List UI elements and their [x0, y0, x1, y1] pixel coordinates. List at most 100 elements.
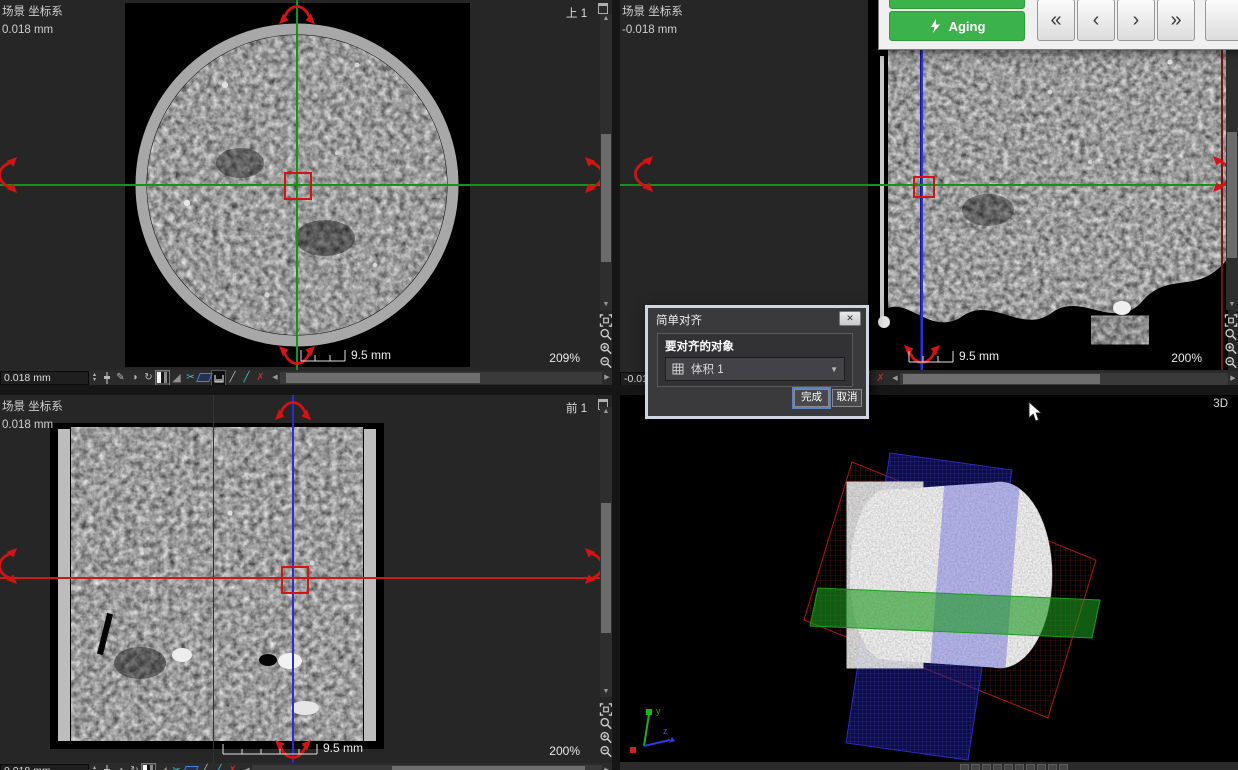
scroll-up-icon[interactable]: ▲ [600, 14, 612, 24]
scroll-down-icon[interactable]: ▼ [1226, 300, 1238, 310]
brush-icon[interactable]: ╱ [240, 371, 253, 385]
render-canvas-3d[interactable]: 3D y z [620, 395, 1238, 762]
scrollbar-thumb[interactable] [392, 766, 585, 770]
slice-position-input[interactable]: 0.018 mm [0, 764, 89, 770]
vertical-scrollbar[interactable]: ▲ ▼ [600, 407, 612, 697]
scroll-down-icon[interactable]: ▼ [600, 687, 612, 697]
tool-icon[interactable] [960, 764, 969, 770]
contrast-icon[interactable]: ◑ [128, 371, 141, 385]
scroll-left-icon[interactable]: ◀ [242, 764, 252, 770]
pen-icon[interactable]: ✎ [114, 371, 127, 385]
simple-alignment-dialog[interactable]: 简单对齐 ✕ 要对齐的对象 体积 1 ▼ 完成 取消 [645, 305, 869, 419]
horizontal-scrollbar[interactable]: ◀ ▶ [270, 371, 612, 384]
tool-icon[interactable] [982, 764, 991, 770]
next-button[interactable]: › [1117, 0, 1155, 41]
toolbar-button-partial[interactable] [1205, 0, 1238, 41]
slider-icon[interactable] [100, 764, 113, 770]
caliper-icon[interactable] [212, 371, 225, 385]
splitter-horizontal[interactable] [0, 385, 1238, 395]
previous-button[interactable]: ‹ [1077, 0, 1115, 41]
done-button[interactable]: 完成 [794, 389, 829, 407]
fit-view-icon[interactable] [599, 703, 612, 716]
tool-icon[interactable] [1048, 764, 1057, 770]
annotation-icon[interactable]: ✗ [226, 764, 239, 770]
gradient-icon[interactable]: ◢ [170, 371, 183, 385]
rotate-handle-left[interactable] [0, 546, 17, 586]
tool-icon[interactable] [1037, 764, 1046, 770]
tool-icon[interactable] [993, 764, 1002, 770]
zoom-out-icon[interactable] [599, 356, 612, 369]
floating-toolbar-window[interactable]: Aging « ‹ › » [878, 0, 1238, 50]
rotate-handle-left[interactable] [0, 155, 17, 195]
rotate-icon[interactable]: ↻ [128, 764, 141, 770]
magnifier-icon[interactable] [1224, 328, 1238, 341]
aging-button[interactable]: Aging [889, 11, 1025, 41]
slice-canvas-front[interactable]: 场景 坐标系0.018 mm 前 1 9.5 mm 200% [0, 395, 600, 763]
rotate-handle-top[interactable] [277, 2, 317, 24]
slider-icon[interactable] [100, 371, 113, 385]
line-tool-icon[interactable]: ╱ [226, 371, 239, 385]
zoom-in-icon[interactable] [599, 731, 612, 744]
magnifier-icon[interactable] [599, 717, 612, 730]
rotation-center-marker[interactable] [913, 176, 935, 198]
rotate-handle-left[interactable] [631, 154, 653, 194]
scroll-right-icon[interactable]: ▶ [1228, 372, 1238, 385]
scroll-down-icon[interactable]: ▼ [600, 300, 612, 310]
maximize-view-icon[interactable] [598, 3, 608, 14]
last-button[interactable]: » [1157, 0, 1195, 41]
fit-view-icon[interactable] [599, 314, 612, 327]
horizontal-scrollbar[interactable]: ◀ ▶ [242, 764, 612, 770]
magnifier-icon[interactable] [599, 328, 612, 341]
vertical-scrollbar[interactable]: ▲ ▼ [1226, 14, 1238, 310]
brush-icon[interactable]: ╱ [212, 764, 225, 770]
tool-icon[interactable] [1015, 764, 1024, 770]
tool-icon[interactable] [1026, 764, 1035, 770]
stepper-icon[interactable]: ▴▾ [90, 371, 99, 385]
scissors-icon[interactable]: ✂ [170, 764, 183, 770]
tool-icon[interactable] [971, 764, 980, 770]
annotation-icon[interactable]: ✗ [874, 372, 887, 386]
slice-position-input[interactable]: 0.018 mm [0, 371, 89, 385]
annotation-icon[interactable]: ✗ [254, 371, 267, 385]
contrast-icon[interactable]: ◑ [114, 764, 127, 770]
scissors-icon[interactable]: ✂ [184, 371, 197, 385]
stepper-icon[interactable]: ▴▾ [90, 764, 99, 770]
close-icon[interactable]: ✕ [839, 311, 861, 326]
line-tool-icon[interactable]: ╱ [198, 764, 211, 770]
rotate-handle-top[interactable] [273, 398, 313, 420]
fit-view-icon[interactable] [1224, 314, 1238, 327]
rendering-panel-icon[interactable] [142, 764, 155, 770]
zoom-in-icon[interactable] [599, 342, 612, 355]
zoom-out-icon[interactable] [599, 745, 612, 758]
slice-canvas-top[interactable]: 场景 坐标系0.018 mm 上 1 9.5 mm 209% [0, 0, 600, 370]
vertical-scrollbar[interactable]: ▲ ▼ [600, 14, 612, 310]
zoom-in-icon[interactable] [1224, 342, 1238, 355]
zoom-out-icon[interactable] [1224, 356, 1238, 369]
rotation-center-marker[interactable] [284, 172, 312, 200]
rendering-panel-icon[interactable] [156, 371, 169, 385]
viewport-front-view[interactable]: 场景 坐标系0.018 mm 前 1 9.5 mm 200% ▲ ▼ 0.018… [0, 395, 612, 770]
scroll-left-icon[interactable]: ◀ [890, 372, 900, 385]
gradient-icon[interactable]: ◢ [156, 764, 169, 770]
scrollbar-thumb[interactable] [1227, 132, 1237, 258]
scrollbar-thumb[interactable] [601, 134, 611, 262]
rotation-center-marker[interactable] [281, 566, 309, 594]
scrollbar-thumb[interactable] [903, 374, 1100, 384]
horizontal-scrollbar[interactable]: ◀ ▶ [890, 372, 1238, 385]
scrollbar-thumb[interactable] [286, 373, 479, 383]
scroll-right-icon[interactable]: ▶ [602, 764, 612, 770]
polygon-icon[interactable] [198, 371, 211, 385]
slice-line-dark-red[interactable] [213, 395, 214, 763]
viewport-3d[interactable]: 3D y z [620, 395, 1238, 770]
rotate-icon[interactable]: ↻ [142, 371, 155, 385]
scrollbar-thumb[interactable] [601, 503, 611, 633]
align-object-dropdown[interactable]: 体积 1 ▼ [665, 357, 845, 381]
tool-icon[interactable] [1059, 764, 1068, 770]
tool-icon[interactable] [1004, 764, 1013, 770]
polygon-icon[interactable] [184, 764, 197, 770]
scroll-left-icon[interactable]: ◀ [270, 371, 280, 384]
scroll-right-icon[interactable]: ▶ [602, 371, 612, 384]
viewport-top-view[interactable]: 场景 坐标系0.018 mm 上 1 9.5 mm 209% ▲ ▼ 0.018… [0, 0, 612, 385]
workflow-button-partial[interactable] [889, 0, 1025, 9]
first-button[interactable]: « [1037, 0, 1075, 41]
